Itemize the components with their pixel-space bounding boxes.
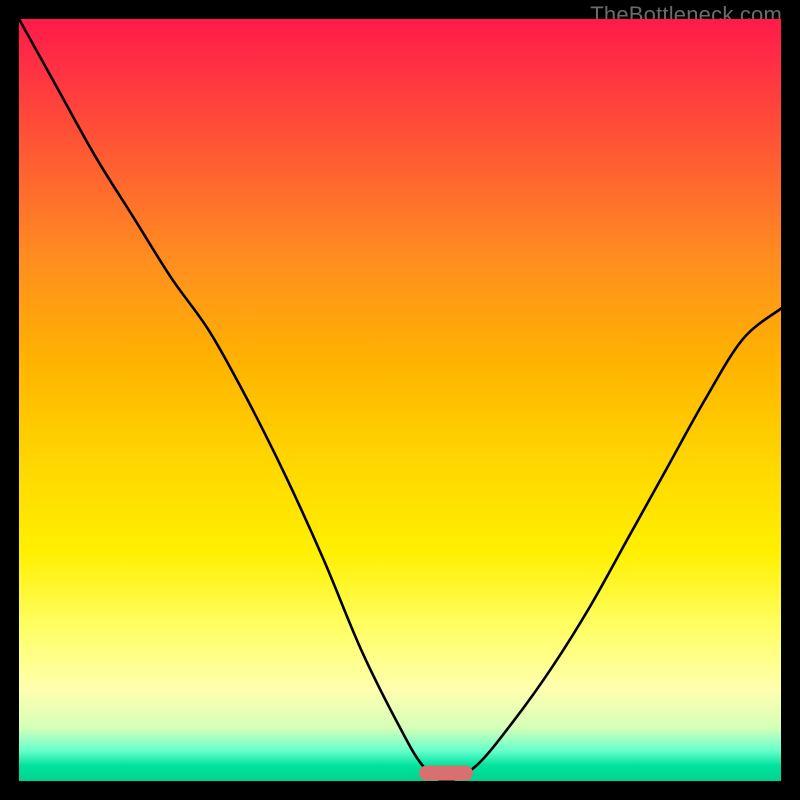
bottleneck-curve: [19, 19, 781, 781]
plot-area: [19, 19, 781, 781]
optimal-marker: [419, 766, 473, 781]
